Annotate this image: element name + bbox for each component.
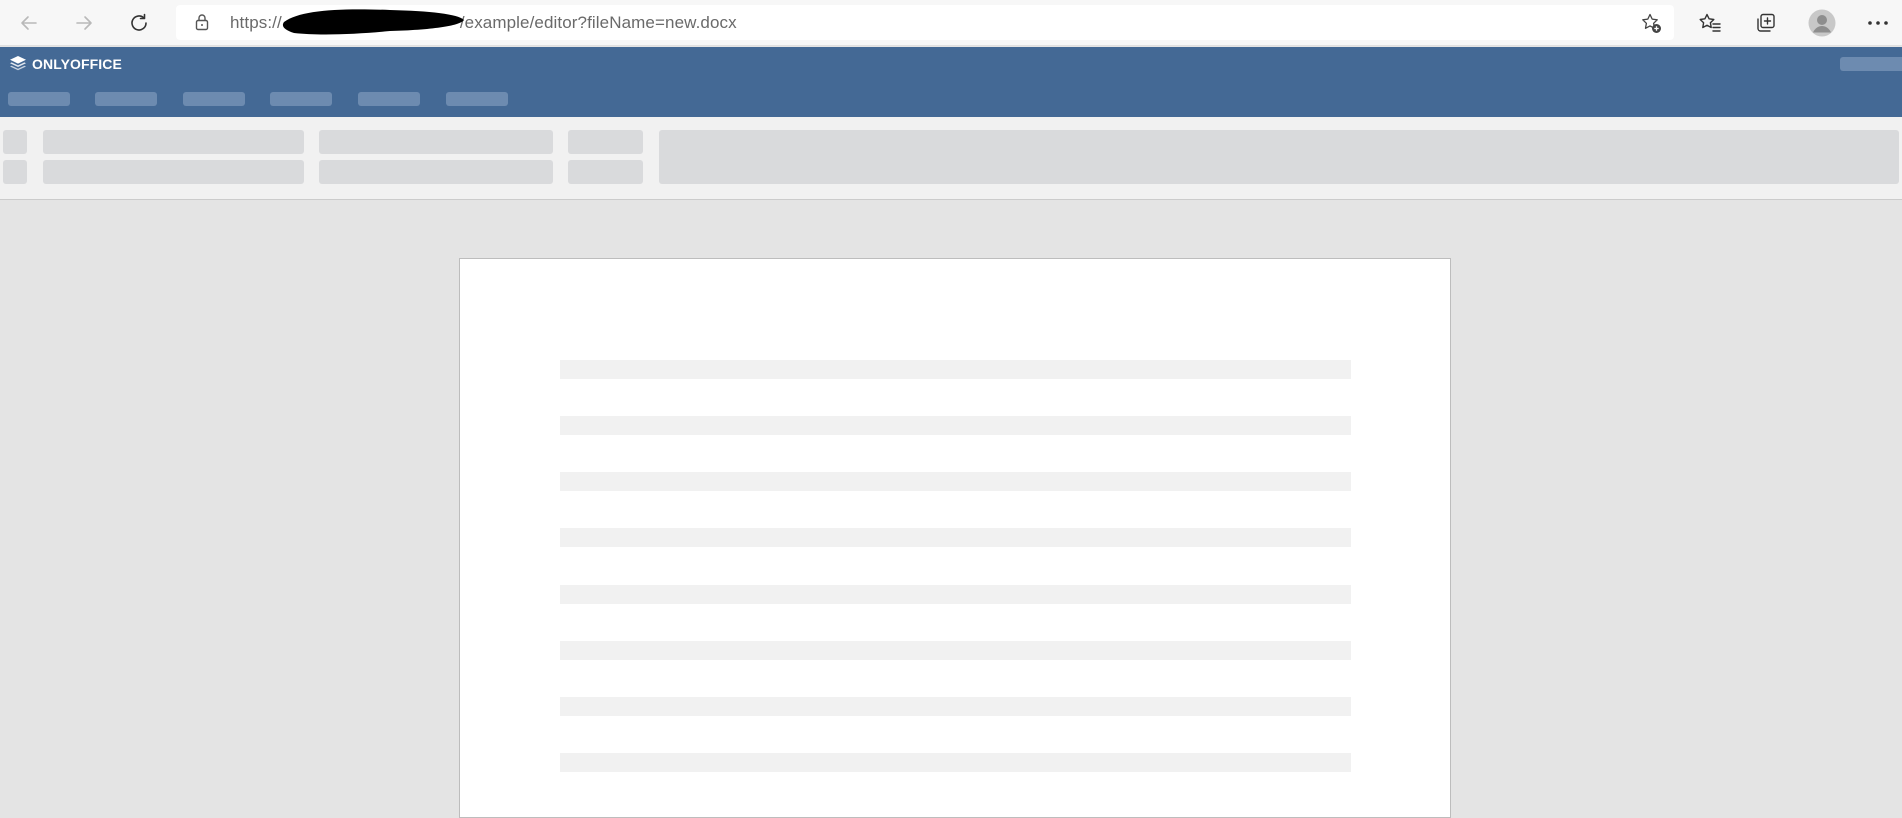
styles-gallery-placeholder	[659, 130, 1899, 184]
toolbar-button-placeholder	[3, 160, 27, 184]
toolbar-group-placeholder	[568, 130, 643, 154]
text-line-placeholder	[560, 585, 1351, 604]
logo-text: ONLYOFFICE	[32, 55, 122, 72]
editor-header: ONLYOFFICE	[0, 47, 1902, 117]
ellipsis-icon	[1868, 21, 1888, 25]
profile-button[interactable]	[1805, 6, 1839, 40]
toolbar-group-placeholder	[43, 160, 304, 184]
redaction-mark	[282, 9, 464, 35]
toolbar-group-placeholder	[319, 130, 553, 154]
header-action-placeholder	[1840, 57, 1902, 71]
text-line-placeholder	[560, 472, 1351, 491]
onlyoffice-logo[interactable]: ONLYOFFICE	[9, 55, 122, 72]
collections-button[interactable]	[1749, 6, 1783, 40]
layers-icon	[10, 56, 26, 71]
back-button[interactable]	[12, 6, 46, 40]
avatar-icon	[1808, 9, 1836, 37]
toolbar-button-placeholder	[3, 130, 27, 154]
toolbar-group-placeholder	[319, 160, 553, 184]
text-line-placeholder	[560, 360, 1351, 379]
favorites-list-icon	[1699, 13, 1721, 32]
forward-button[interactable]	[67, 6, 101, 40]
refresh-button[interactable]	[122, 6, 156, 40]
arrow-left-icon	[21, 16, 37, 30]
lock-icon[interactable]	[194, 13, 210, 31]
menu-tab-placeholder	[95, 92, 157, 106]
favorites-button[interactable]	[1693, 6, 1727, 40]
browser-toolbar: https:// /example/editor?fileName=new.doc…	[0, 0, 1902, 46]
refresh-icon	[131, 13, 147, 31]
address-bar[interactable]: https:// /example/editor?fileName=new.doc…	[176, 5, 1674, 40]
menu-tab-placeholder	[446, 92, 508, 106]
toolbar-group-placeholder	[568, 160, 643, 184]
menu-tab-placeholder	[183, 92, 245, 106]
star-plus-icon[interactable]	[1640, 12, 1662, 34]
text-line-placeholder	[560, 641, 1351, 660]
text-line-placeholder	[560, 753, 1351, 772]
ribbon-toolbar	[0, 117, 1902, 200]
text-line-placeholder	[560, 528, 1351, 547]
text-line-placeholder	[560, 416, 1351, 435]
more-button[interactable]	[1861, 6, 1895, 40]
menu-tab-placeholder	[270, 92, 332, 106]
toolbar-group-placeholder	[43, 130, 304, 154]
url-path: /example/editor?fileName=new.docx	[459, 13, 737, 32]
arrow-right-icon	[76, 16, 92, 30]
menu-tab-placeholder	[8, 92, 70, 106]
text-line-placeholder	[560, 697, 1351, 716]
collections-icon	[1757, 13, 1775, 32]
menu-tab-placeholder	[358, 92, 420, 106]
document-page[interactable]	[459, 258, 1451, 818]
url-protocol: https://	[230, 13, 282, 32]
